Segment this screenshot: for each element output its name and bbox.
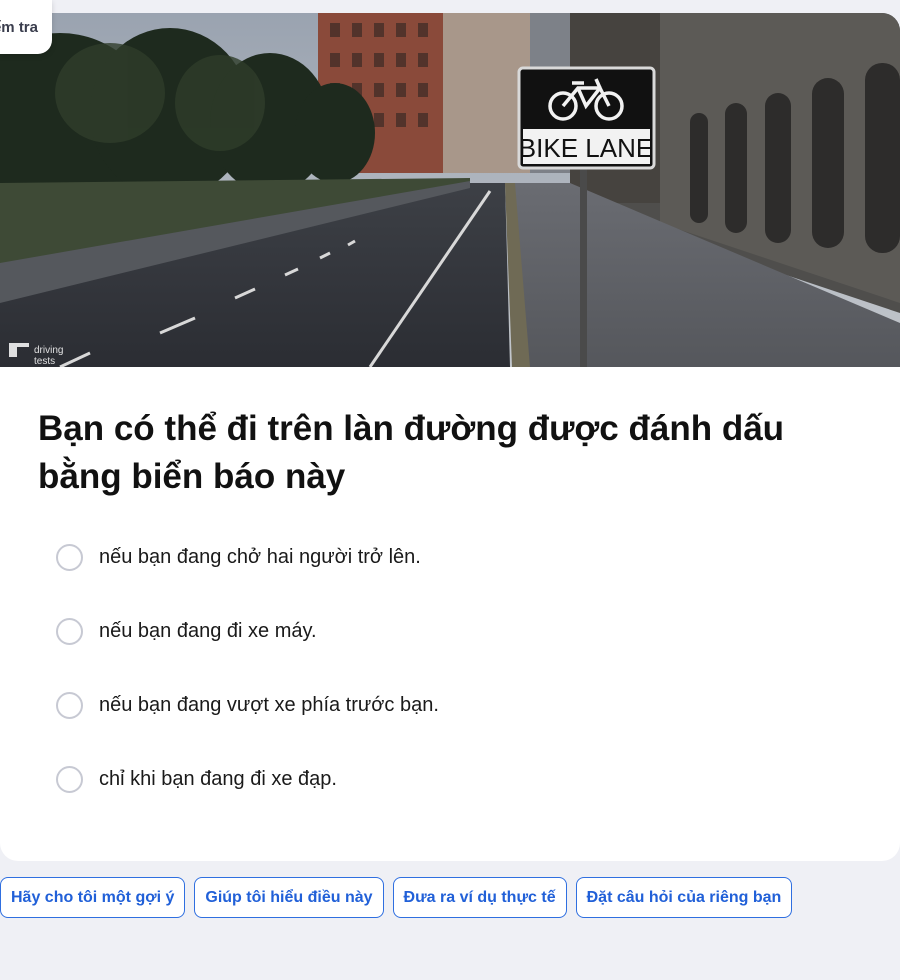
explain-button[interactable]: Giúp tôi hiểu điều này [194,877,384,918]
sign-text: BIKE LANE [519,133,653,163]
question-text: Bạn có thể đi trên làn đường được đánh d… [38,409,785,496]
question-image: BIKE LANE driving tests [0,13,900,367]
answer-label: nếu bạn đang chở hai người trở lên. [99,545,421,568]
ask-own-question-button[interactable]: Đặt câu hỏi của riêng bạn [575,877,793,918]
radio-button[interactable] [56,765,83,793]
answer-label: nếu bạn đang vượt xe phía trước bạn. [99,693,439,716]
answer-label: nếu bạn đang đi xe máy. [99,619,317,642]
answer-option-1[interactable]: nếu bạn đang chở hai người trở lên. [56,537,856,577]
hint-button[interactable]: Hãy cho tôi một gợi ý [0,877,186,918]
answer-label: chỉ khi bạn đang đi xe đạp. [99,767,337,790]
radio-button[interactable] [56,691,83,719]
radio-button[interactable] [56,543,83,571]
answer-options: nếu bạn đang chở hai người trở lên. nếu … [56,537,856,833]
real-example-button[interactable]: Đưa ra ví dụ thực tế [392,877,567,918]
answer-option-4[interactable]: chỉ khi bạn đang đi xe đạp. [56,759,856,799]
answer-option-3[interactable]: nếu bạn đang vượt xe phía trước bạn. [56,685,856,725]
check-button[interactable]: Kiểm tra [0,0,52,54]
help-chips: Hãy cho tôi một gợi ý Giúp tôi hiểu điều… [0,877,793,918]
radio-button[interactable] [56,617,83,645]
svg-text:driving: driving [34,345,63,356]
answer-option-2[interactable]: nếu bạn đang đi xe máy. [56,611,856,651]
svg-text:tests: tests [34,356,55,367]
